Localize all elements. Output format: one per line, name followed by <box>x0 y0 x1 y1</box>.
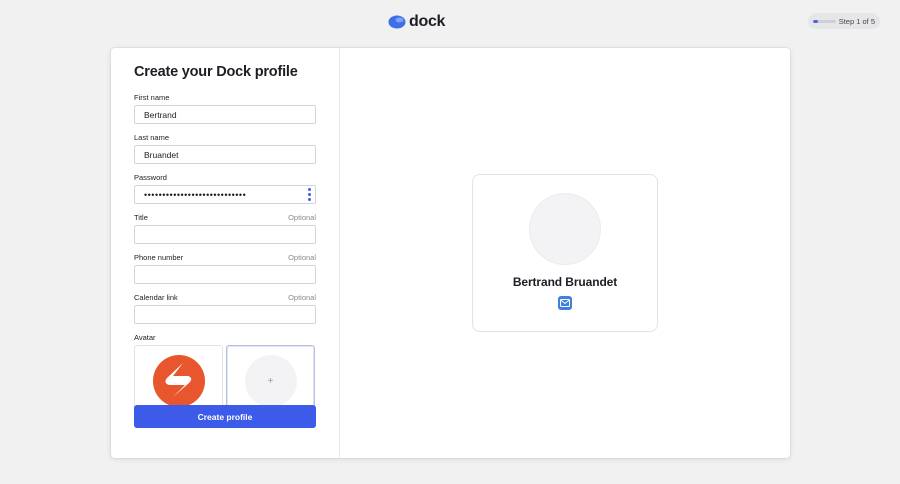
brand-logo-icon <box>152 355 205 407</box>
calendar-optional-tag: Optional <box>288 293 316 302</box>
profile-card: Create your Dock profile First name Last… <box>111 48 790 458</box>
create-profile-button[interactable]: Create profile <box>134 405 316 428</box>
step-progress-bar <box>813 19 836 23</box>
first-name-input[interactable] <box>134 105 316 124</box>
password-group: Password <box>134 173 316 204</box>
password-label: Password <box>134 173 167 182</box>
last-name-group: Last name <box>134 133 316 164</box>
add-icon: + <box>267 375 274 387</box>
dock-logo: dock <box>388 13 445 31</box>
phone-optional-tag: Optional <box>288 253 316 262</box>
step-progress-fill <box>813 19 818 23</box>
profile-form-panel: Create your Dock profile First name Last… <box>111 48 340 458</box>
last-name-label: Last name <box>134 133 170 142</box>
mail-icon[interactable] <box>558 296 572 310</box>
first-name-group: First name <box>134 93 316 124</box>
last-name-input[interactable] <box>134 145 316 164</box>
calendar-group: Calendar link Optional <box>134 293 316 324</box>
phone-label: Phone number <box>134 253 184 262</box>
preview-panel: Bertrand Bruandet <box>340 48 790 458</box>
title-label: Title <box>134 213 148 222</box>
password-input[interactable] <box>134 185 316 204</box>
title-input[interactable] <box>134 225 316 244</box>
phone-group: Phone number Optional <box>134 253 316 284</box>
password-manager-icon[interactable] <box>307 188 312 201</box>
avatar-label: Avatar <box>134 333 156 342</box>
form-title: Create your Dock profile <box>134 64 298 80</box>
calendar-label: Calendar link <box>134 293 178 302</box>
calendar-input[interactable] <box>134 305 316 324</box>
brand-name: dock <box>409 13 446 30</box>
preview-name: Bertrand Bruandet <box>512 275 618 289</box>
title-group: Title Optional <box>134 213 316 244</box>
dock-logo-icon <box>388 15 406 29</box>
step-indicator: Step 1 of 5 <box>808 13 880 29</box>
mail-glyph <box>560 299 570 307</box>
phone-input[interactable] <box>134 265 316 284</box>
preview-avatar <box>529 193 601 265</box>
first-name-label: First name <box>134 93 170 102</box>
add-avatar-circle: + <box>244 355 297 407</box>
step-text: Step 1 of 5 <box>838 16 875 26</box>
password-wrapper <box>134 185 316 204</box>
profile-preview-card: Bertrand Bruandet <box>472 174 658 332</box>
title-optional-tag: Optional <box>288 213 316 222</box>
